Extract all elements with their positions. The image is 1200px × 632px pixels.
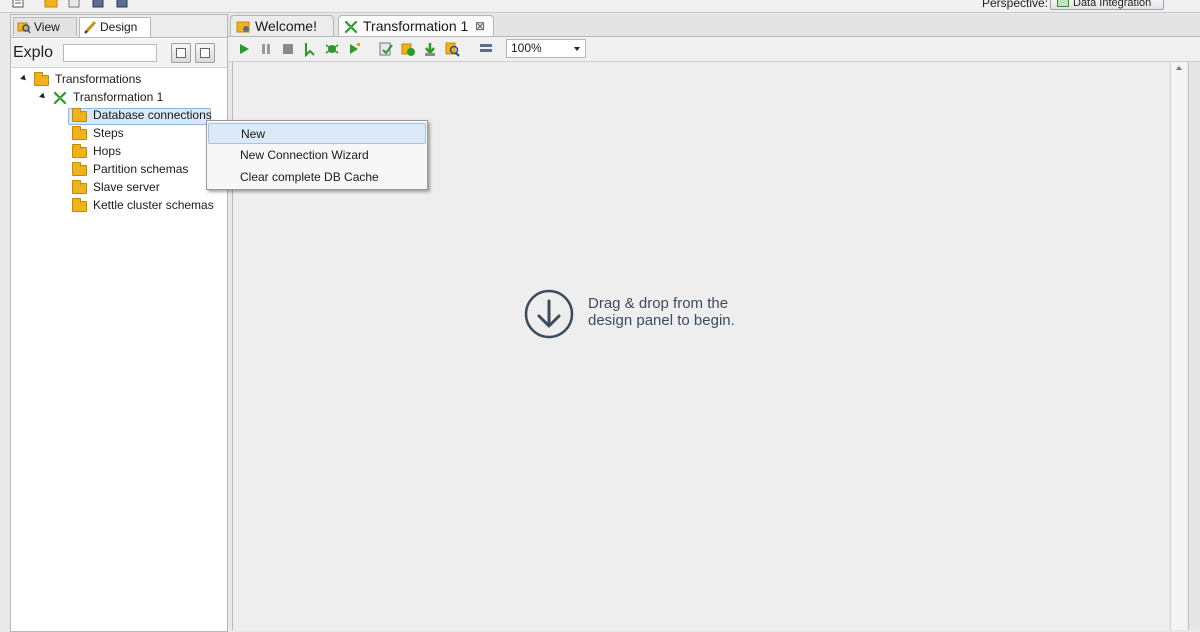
tree-node-partition-schemas[interactable]: Partition schemas xyxy=(11,161,225,178)
stop-icon[interactable] xyxy=(280,41,296,57)
tree-label: Transformations xyxy=(55,72,142,86)
menu-item-clear-db-cache[interactable]: Clear complete DB Cache xyxy=(208,167,426,188)
hint-text: Drag & drop from the design panel to beg… xyxy=(588,295,735,329)
tab-transformation-1[interactable]: Transformation 1 ⊠ xyxy=(338,15,494,36)
left-panel-tabs: View Design xyxy=(11,15,227,38)
tree-label: Slave server xyxy=(93,180,160,194)
hint-line-1: Drag & drop from the xyxy=(588,295,729,312)
tree-node-steps[interactable]: Steps xyxy=(11,125,225,142)
arrow-down-circle-icon xyxy=(524,289,574,339)
menu-list-icon[interactable] xyxy=(12,0,24,8)
expand-arrow-icon[interactable] xyxy=(39,92,47,101)
impact-icon[interactable] xyxy=(400,41,416,57)
tab-design[interactable]: Design xyxy=(79,17,151,37)
explorer-panel: View Design Explo Transformations Transf… xyxy=(10,14,228,632)
tree-label: Transformation 1 xyxy=(73,90,164,104)
top-menu-bar: Perspective: Data Integration xyxy=(0,0,1200,13)
sql-icon[interactable] xyxy=(422,41,438,57)
data-integration-icon xyxy=(1057,0,1069,7)
transformation-icon xyxy=(344,20,358,34)
folder-icon xyxy=(72,126,87,140)
pencil-icon xyxy=(84,20,97,34)
menu-item-new[interactable]: New xyxy=(208,123,426,144)
chevron-down-icon xyxy=(574,47,580,51)
tree-node-database-connections[interactable]: Database connections xyxy=(11,107,225,124)
folder-icon xyxy=(72,180,87,194)
zoom-value: 100% xyxy=(511,41,542,55)
drag-drop-hint: Drag & drop from the design panel to beg… xyxy=(524,289,924,339)
explorer-search-input[interactable] xyxy=(63,44,157,62)
preview-icon[interactable] xyxy=(302,41,318,57)
tab-transformation-label: Transformation 1 xyxy=(363,18,469,34)
replay-icon[interactable] xyxy=(346,41,362,57)
tree-node-slave-server[interactable]: Slave server xyxy=(11,179,225,196)
view-icon xyxy=(17,22,31,34)
folder-icon xyxy=(72,144,87,158)
editor-tabs: Welcome! Transformation 1 ⊠ xyxy=(228,14,1200,37)
tab-view-label: View xyxy=(34,20,60,34)
tab-design-label: Design xyxy=(100,20,138,34)
tree-label: Steps xyxy=(93,126,124,140)
expand-all-button[interactable] xyxy=(171,43,191,63)
scroll-up-icon[interactable] xyxy=(1176,66,1182,70)
close-tab-icon[interactable]: ⊠ xyxy=(475,16,485,37)
zoom-select[interactable]: 100% xyxy=(506,39,586,58)
tab-view[interactable]: View xyxy=(13,17,77,36)
perspective-value: Data Integration xyxy=(1073,0,1152,9)
pause-icon[interactable] xyxy=(258,41,274,57)
collapse-all-icon xyxy=(200,48,210,58)
tab-welcome-label: Welcome! xyxy=(255,18,317,34)
show-results-icon[interactable] xyxy=(478,41,494,57)
verify-icon[interactable] xyxy=(378,41,394,57)
tree-label: Database connections xyxy=(93,108,212,122)
welcome-icon xyxy=(236,21,250,33)
tree-node-kettle-cluster-schemas[interactable]: Kettle cluster schemas xyxy=(11,197,225,214)
tab-welcome[interactable]: Welcome! xyxy=(230,15,334,36)
explore-repository-icon[interactable] xyxy=(68,0,80,8)
tree-node-transformations[interactable]: Transformations xyxy=(11,71,225,88)
tree-label: Partition schemas xyxy=(93,162,189,176)
perspective-label: Perspective: xyxy=(981,0,1048,10)
tree-node-transformation-1[interactable]: Transformation 1 xyxy=(11,89,225,106)
open-folder-icon[interactable] xyxy=(44,0,58,8)
folder-icon xyxy=(72,198,87,212)
transformation-toolbar: 100% xyxy=(228,37,1200,62)
run-icon[interactable] xyxy=(236,41,252,57)
vertical-scrollbar[interactable] xyxy=(1170,62,1187,630)
perspective-button[interactable]: Data Integration xyxy=(1050,0,1164,10)
transformation-icon xyxy=(53,91,67,105)
expand-all-icon xyxy=(176,48,186,58)
editor-area: Welcome! Transformation 1 ⊠ 100% Drag & … xyxy=(228,14,1200,630)
context-menu: New New Connection Wizard Clear complete… xyxy=(206,120,428,190)
tree-node-hops[interactable]: Hops xyxy=(11,143,225,160)
hint-line-2: design panel to begin. xyxy=(588,312,735,329)
expand-arrow-icon[interactable] xyxy=(20,74,28,83)
explore-db-icon[interactable] xyxy=(444,41,460,57)
tree-label: Kettle cluster schemas xyxy=(93,198,214,212)
explorer-toolbar: Explo xyxy=(11,39,227,68)
folder-icon xyxy=(72,108,87,122)
explorer-label: Explo xyxy=(13,44,54,61)
folder-icon xyxy=(34,72,49,86)
save-icon[interactable] xyxy=(92,0,104,8)
right-edge-strip xyxy=(1188,62,1200,630)
debug-icon[interactable] xyxy=(324,41,340,57)
tree-label: Hops xyxy=(93,144,122,158)
menu-item-new-connection-wizard[interactable]: New Connection Wizard xyxy=(208,145,426,166)
save-as-icon[interactable] xyxy=(116,0,128,8)
folder-icon xyxy=(72,162,87,176)
collapse-all-button[interactable] xyxy=(195,43,215,63)
